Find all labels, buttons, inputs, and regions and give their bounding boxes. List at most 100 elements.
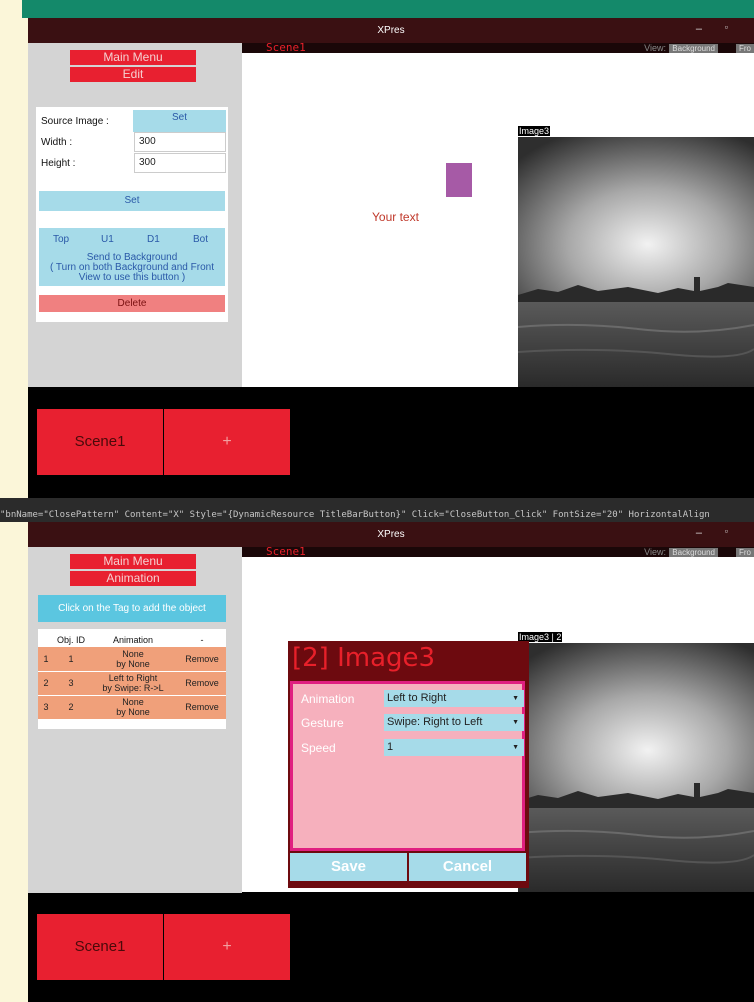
scene-strip: Scene1 + [28,896,754,1002]
window-title: XPres [377,25,405,36]
image-object-label: Image3 [518,126,551,136]
row-obj-id: 1 [54,647,88,672]
row-animation-name: None [122,648,144,659]
send-to-background-note: ( Turn on both Background and Front View… [50,262,214,283]
chevron-down-icon: ▼ [512,695,519,702]
row-animation: None by None [88,647,178,672]
maximize-button[interactable]: ▫ [725,22,728,32]
row-animation-name: None [122,697,144,707]
minimize-button[interactable]: – [696,23,702,35]
gesture-select-value: Swipe: Right to Left [387,716,483,728]
source-image-label: Source Image : [41,116,109,127]
scene-header: Scene1 View: Background Fro [242,41,754,54]
table-header-index [38,633,54,647]
view-front-button[interactable]: Fro [736,548,754,557]
text-object[interactable]: Your text [372,210,419,224]
row-animation-name: Left to Right [108,673,158,683]
order-top-button[interactable]: Top [53,234,69,245]
add-scene-button[interactable]: + [164,409,290,475]
edit-section-button[interactable]: Edit [70,67,196,82]
row-obj-id: 3 [54,671,88,696]
chevron-down-icon: ▼ [512,719,519,726]
animation-panel: Main Menu Animation Click on the Tag to … [28,547,242,893]
width-input[interactable]: 300 [134,132,226,152]
view-label: View: [644,547,666,557]
view-background-button[interactable]: Background [669,548,718,557]
order-bottom-button[interactable]: Bot [193,234,208,245]
row-animation-trigger: by None [116,707,150,717]
animation-select-value: Left to Right [387,692,447,704]
photo-sea-landscape [518,137,754,387]
chevron-down-icon: ▼ [512,744,519,751]
height-label: Height : [41,158,76,169]
title-bar[interactable]: XPres – ▫ [28,522,754,547]
remove-button[interactable]: Remove [178,695,226,720]
scene-strip: Scene1 + [28,392,754,498]
table-header-animation: Animation [112,635,154,645]
scene-header: Scene1 View: Background Fro [242,545,754,558]
table-header-obj-id: Obj. ID [56,635,85,645]
animation-select[interactable]: Left to Right ▼ [384,690,524,707]
table-row[interactable]: 1 1 None by None Remove [38,647,226,672]
maximize-button[interactable]: ▫ [725,526,728,536]
order-up-button[interactable]: U1 [101,234,114,245]
send-to-background-button[interactable]: Send to Background ( Turn on both Backgr… [39,253,225,283]
save-button[interactable]: Save [290,853,407,881]
view-background-button[interactable]: Background [669,44,718,53]
desktop-top-strip [22,0,754,18]
speed-field-label: Speed [301,741,336,755]
tag-hint-banner: Click on the Tag to add the object [38,595,226,622]
dialog-body: Animation Left to Right ▼ Gesture Swipe:… [290,681,525,851]
remove-button[interactable]: Remove [178,647,226,672]
animation-table: Obj. ID Animation - 1 1 None by None Remo… [38,633,226,720]
row-obj-id: 2 [54,695,88,720]
edit-form: Source Image : Set Width : 300 Height : … [36,107,228,322]
delete-button[interactable]: Delete [39,295,225,312]
row-index: 3 [38,695,54,720]
photo-sea-landscape [518,643,754,892]
window-title: XPres [377,529,405,540]
image-object-photo[interactable] [518,137,754,387]
row-animation-trigger: by None [116,658,150,669]
code-editor-text: "bnName="ClosePattern" Content="X" Style… [0,510,710,520]
main-menu-button[interactable]: Main Menu [70,50,196,65]
table-row[interactable]: 3 2 None by None Remove [38,695,226,720]
row-index: 1 [38,647,54,672]
row-animation-trigger: by Swipe: R->L [102,683,164,693]
add-scene-button[interactable]: + [164,914,290,980]
speed-select-value: 1 [387,741,394,753]
speed-select[interactable]: 1 ▼ [384,739,524,756]
xpres-window-animation: XPres – ▫ Scene1 View: Background Fro Ma… [28,522,754,1002]
remove-button[interactable]: Remove [178,671,226,696]
title-bar[interactable]: XPres – ▫ [28,18,754,43]
dialog-title: [2] Image3 [292,643,436,673]
xpres-window-edit: XPres – ▫ Scene1 View: Background Fro Ma… [28,18,754,498]
set-size-button[interactable]: Set [39,191,225,211]
gesture-field-label: Gesture [301,716,344,730]
width-label: Width : [41,137,73,148]
source-image-set-button[interactable]: Set [133,110,226,132]
view-label: View: [644,43,666,53]
color-swatch-object[interactable] [446,163,472,197]
row-animation: Left to Right by Swipe: R->L [88,671,178,696]
edit-panel: Main Menu Edit Source Image : Set Width … [28,43,242,387]
scene-tile-1[interactable]: Scene1 [37,409,163,475]
animation-field-label: Animation [301,692,355,706]
cancel-button[interactable]: Cancel [409,853,526,881]
table-header-action: - [200,635,204,645]
view-front-button[interactable]: Fro [736,44,754,53]
scene-tile-1[interactable]: Scene1 [37,914,163,980]
order-down-button[interactable]: D1 [147,234,160,245]
main-menu-button[interactable]: Main Menu [70,554,196,569]
layer-order-panel: Top U1 D1 Bot Send to Background ( Turn … [39,228,225,286]
table-row[interactable]: 2 3 Left to Right by Swipe: R->L Remove [38,671,226,696]
scene-canvas[interactable]: Your text Image3 [242,53,754,387]
animation-section-button[interactable]: Animation [70,571,196,586]
row-animation: None by None [88,695,178,720]
row-index: 2 [38,671,54,696]
minimize-button[interactable]: – [696,527,702,539]
image-object-photo[interactable] [518,643,754,892]
gesture-select[interactable]: Swipe: Right to Left ▼ [384,714,524,731]
height-input[interactable]: 300 [134,153,226,173]
animation-dialog: [2] Image3 Animation Left to Right ▼ Ges… [288,641,529,888]
